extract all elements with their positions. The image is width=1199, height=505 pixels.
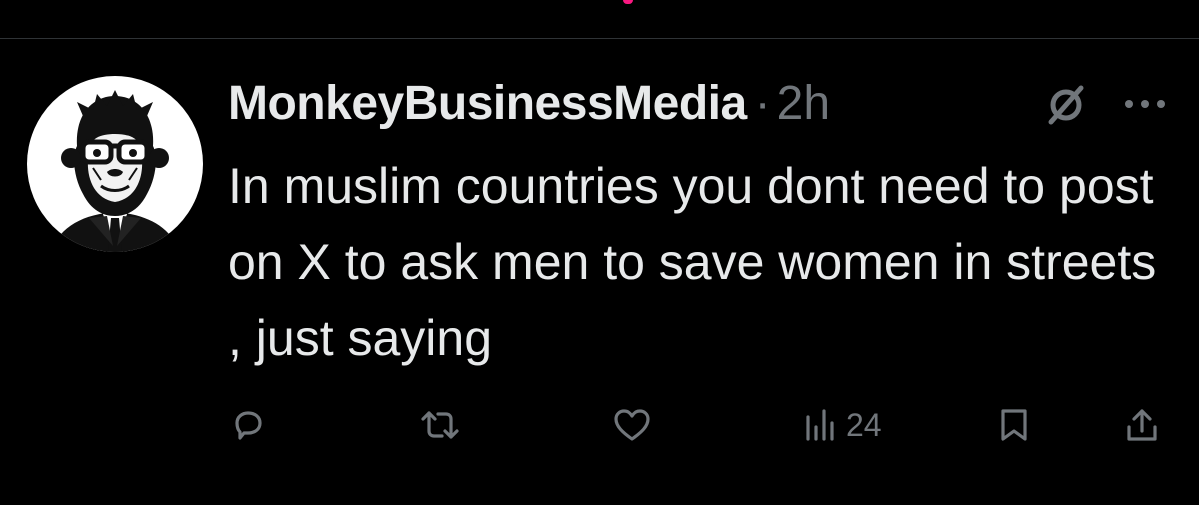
timestamp[interactable]: 2h (777, 76, 830, 131)
separator-dot: · (754, 76, 771, 130)
bookmark-icon (1001, 409, 1027, 441)
views-icon (806, 409, 834, 441)
retweet-button[interactable] (420, 398, 460, 452)
tweet-text: In muslim countries you dont need to pos… (228, 158, 1157, 366)
share-button[interactable] (1124, 398, 1160, 452)
bookmark-button[interactable] (998, 398, 1030, 452)
grok-icon[interactable] (1043, 82, 1089, 128)
heart-icon (614, 409, 650, 441)
monkey-avatar-icon (51, 90, 179, 252)
tab-indicator (623, 0, 633, 4)
tweet-header: MonkeyBusinessMedia · 2h (228, 72, 830, 134)
like-button[interactable] (612, 398, 652, 452)
reply-icon (235, 411, 262, 440)
divider (0, 38, 1199, 39)
reply-button[interactable] (230, 398, 266, 452)
views-button[interactable]: 24 (804, 398, 882, 452)
action-bar: 24 (0, 398, 1199, 452)
share-icon (1127, 409, 1157, 441)
retweet-icon (421, 411, 459, 439)
display-name[interactable]: MonkeyBusinessMedia (228, 76, 747, 131)
more-icon[interactable] (1122, 95, 1168, 113)
avatar[interactable] (27, 76, 203, 252)
views-count: 24 (846, 406, 882, 443)
